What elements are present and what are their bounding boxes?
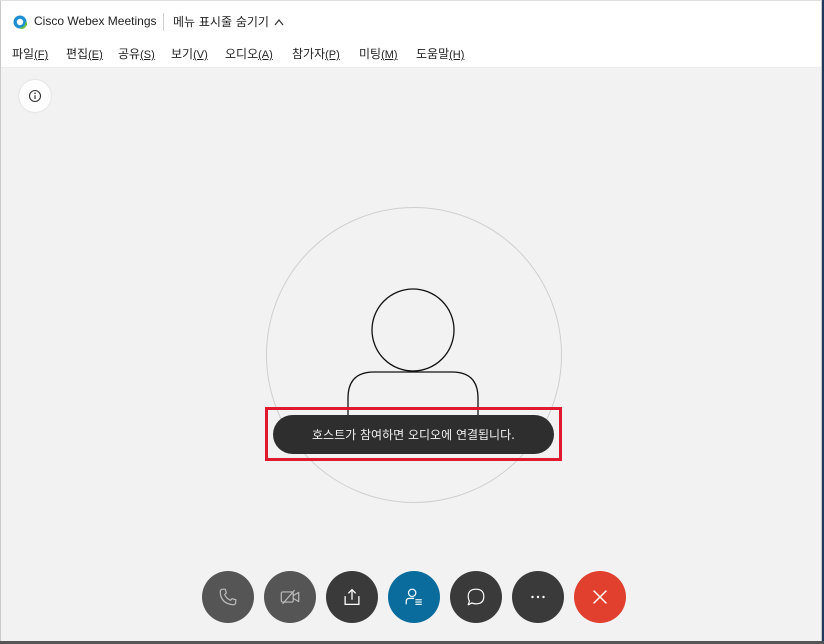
end-call-icon xyxy=(593,590,607,604)
app-name: Cisco Webex Meetings xyxy=(34,14,157,28)
menu-file[interactable]: 파일(F) xyxy=(12,45,48,62)
meeting-info-button[interactable] xyxy=(19,80,51,112)
title-bar: Cisco Webex Meetings 메뉴 표시줄 숨기기 xyxy=(1,1,821,41)
share-button[interactable] xyxy=(326,571,378,623)
menu-audio[interactable]: 오디오(A) xyxy=(225,45,273,62)
chevron-up-icon xyxy=(274,18,284,25)
menu-view[interactable]: 보기(V) xyxy=(171,45,208,62)
more-icon xyxy=(531,595,545,599)
menu-bar: 파일(F) 편집(E) 공유(S) 보기(V) 오디오(A) 참가자(P) 미팅… xyxy=(1,41,821,68)
info-icon xyxy=(28,89,42,103)
video-off-icon xyxy=(280,589,300,605)
menu-help[interactable]: 도움말(H) xyxy=(416,45,464,62)
participants-button[interactable] xyxy=(388,571,440,623)
leave-meeting-button[interactable] xyxy=(574,571,626,623)
participants-icon xyxy=(405,588,422,605)
menu-participants[interactable]: 참가자(P) xyxy=(292,45,340,62)
phone-icon xyxy=(219,588,237,606)
chat-button[interactable] xyxy=(450,571,502,623)
video-button[interactable] xyxy=(264,571,316,623)
webex-logo-icon xyxy=(13,15,27,29)
chat-icon xyxy=(467,588,485,606)
hide-menubar-label: 메뉴 표시줄 숨기기 xyxy=(173,15,269,29)
more-options-button[interactable] xyxy=(512,571,564,623)
title-separator xyxy=(163,13,164,31)
webex-window: Cisco Webex Meetings 메뉴 표시줄 숨기기 파일(F) 편집… xyxy=(0,0,822,644)
menu-meeting[interactable]: 미팅(M) xyxy=(359,45,398,62)
menu-edit[interactable]: 편집(E) xyxy=(66,45,103,62)
avatar-placeholder-icon xyxy=(347,288,479,416)
menu-share[interactable]: 공유(S) xyxy=(118,45,155,62)
share-icon xyxy=(344,588,360,605)
audio-button[interactable] xyxy=(202,571,254,623)
hide-menubar-toggle[interactable]: 메뉴 표시줄 숨기기 xyxy=(173,13,284,30)
highlight-box xyxy=(265,407,562,461)
